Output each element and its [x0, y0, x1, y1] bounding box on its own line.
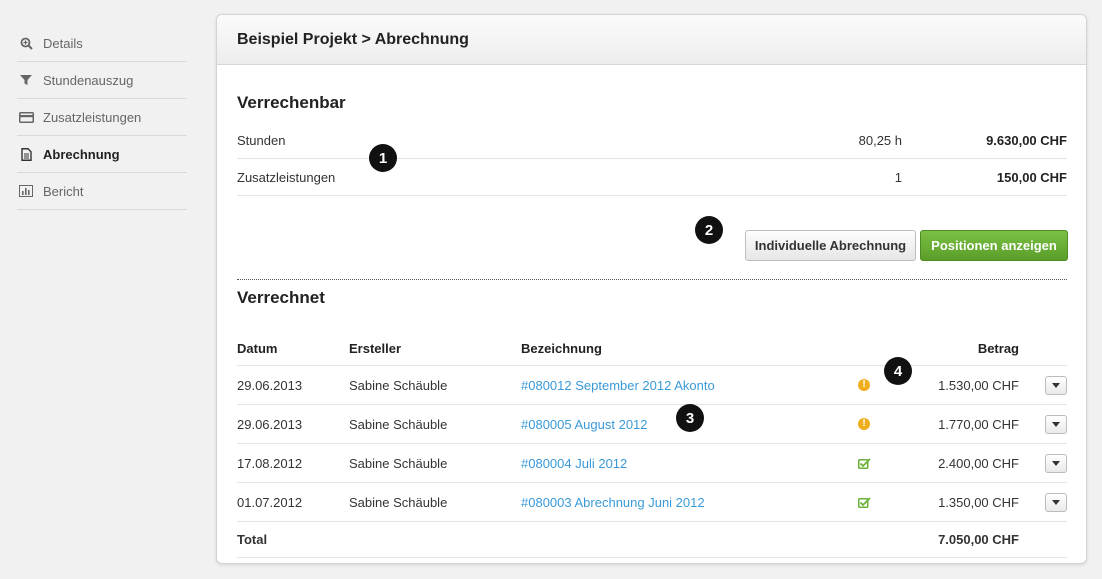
checked-icon — [858, 496, 871, 508]
sidebar-item-label: Stundenauszug — [43, 72, 134, 88]
col-description-header: Bezeichnung — [521, 341, 602, 356]
billable-qty: 80,25 h — [858, 132, 902, 148]
show-positions-button[interactable]: Positionen anzeigen — [920, 230, 1068, 261]
sidebar-item-label: Details — [43, 35, 83, 51]
invoice-link[interactable]: #080012 September 2012 Akonto — [521, 378, 858, 393]
sidebar-item-label: Zusatzleistungen — [43, 109, 142, 125]
billable-section-title: Verrechenbar — [237, 93, 346, 112]
sidebar-item-bericht[interactable]: Bericht — [17, 173, 187, 210]
billable-row-extras: Zusatzleistungen 1 150,00 CHF — [237, 159, 1067, 196]
table-row: 29.06.2013 Sabine Schäuble #080005 Augus… — [237, 405, 1067, 444]
col-creator-header: Ersteller — [349, 341, 402, 356]
billable-amount: 9.630,00 CHF — [986, 132, 1067, 148]
col-amount-header: Betrag — [977, 341, 1019, 356]
warning-icon: ! — [858, 418, 870, 430]
row-actions-dropdown[interactable] — [1045, 414, 1067, 434]
billed-section-title: Verrechnet — [237, 288, 325, 307]
zoom-icon — [17, 36, 35, 50]
caret-down-icon — [1052, 421, 1060, 427]
billable-label: Stunden — [237, 132, 286, 148]
card-icon — [17, 110, 35, 124]
total-row: Total 7.050,00 CHF — [237, 522, 1067, 558]
row-creator: Sabine Schäuble — [349, 377, 448, 393]
callout-1: 1 — [369, 144, 397, 172]
section-divider — [237, 279, 1067, 280]
invoice-link[interactable]: #080003 Abrechnung Juni 2012 — [521, 495, 858, 510]
sidebar-item-label: Bericht — [43, 183, 84, 199]
row-amount: 1.350,00 CHF — [938, 494, 1019, 510]
row-actions-dropdown[interactable] — [1045, 492, 1067, 512]
document-icon — [17, 147, 35, 161]
row-date: 01.07.2012 — [237, 494, 303, 510]
table-row: 29.06.2013 Sabine Schäuble #080012 Septe… — [237, 366, 1067, 405]
caret-down-icon — [1052, 499, 1060, 505]
callout-3: 3 — [676, 404, 704, 432]
warning-icon: ! — [858, 379, 870, 391]
sidebar-item-abrechnung[interactable]: Abrechnung — [17, 136, 187, 173]
caret-down-icon — [1052, 460, 1060, 466]
row-date: 29.06.2013 — [237, 377, 303, 393]
page-title: Beispiel Projekt > Abrechnung — [217, 15, 1086, 65]
table-row: 01.07.2012 Sabine Schäuble #080003 Abrec… — [237, 483, 1067, 522]
callout-2: 2 — [695, 216, 723, 244]
row-actions-dropdown[interactable] — [1045, 375, 1067, 395]
billable-label: Zusatzleistungen — [237, 169, 336, 185]
sidebar-item-details[interactable]: Details — [17, 25, 187, 62]
billable-row-hours: Stunden 80,25 h 9.630,00 CHF — [237, 122, 1067, 159]
row-creator: Sabine Schäuble — [349, 455, 448, 471]
invoice-link[interactable]: #080004 Juli 2012 — [521, 456, 858, 471]
checked-icon — [858, 457, 871, 469]
filter-icon — [17, 73, 35, 87]
individual-billing-button[interactable]: Individuelle Abrechnung — [745, 230, 916, 261]
table-header: Datum Ersteller Bezeichnung Betrag — [237, 332, 1067, 366]
sidebar-item-label: Abrechnung — [43, 146, 120, 162]
caret-down-icon — [1052, 382, 1060, 388]
sidebar-nav: Details Stundenauszug Zusatzleistungen A… — [17, 25, 187, 210]
row-creator: Sabine Schäuble — [349, 494, 448, 510]
billable-qty: 1 — [894, 169, 902, 185]
sidebar-item-stundenauszug[interactable]: Stundenauszug — [17, 62, 187, 99]
row-actions-dropdown[interactable] — [1045, 453, 1067, 473]
total-amount: 7.050,00 CHF — [938, 532, 1019, 547]
bar-chart-icon — [17, 184, 35, 198]
billing-panel: Beispiel Projekt > Abrechnung Verrechenb… — [216, 14, 1087, 564]
callout-4: 4 — [884, 357, 912, 385]
row-amount: 1.530,00 CHF — [938, 377, 1019, 393]
total-label: Total — [237, 532, 268, 547]
row-amount: 1.770,00 CHF — [938, 416, 1019, 432]
row-amount: 2.400,00 CHF — [938, 455, 1019, 471]
table-row: 17.08.2012 Sabine Schäuble #080004 Juli … — [237, 444, 1067, 483]
row-date: 29.06.2013 — [237, 416, 303, 432]
col-date-header: Datum — [237, 341, 278, 356]
row-date: 17.08.2012 — [237, 455, 303, 471]
row-creator: Sabine Schäuble — [349, 416, 448, 432]
sidebar-item-zusatzleistungen[interactable]: Zusatzleistungen — [17, 99, 187, 136]
billable-amount: 150,00 CHF — [996, 169, 1067, 185]
